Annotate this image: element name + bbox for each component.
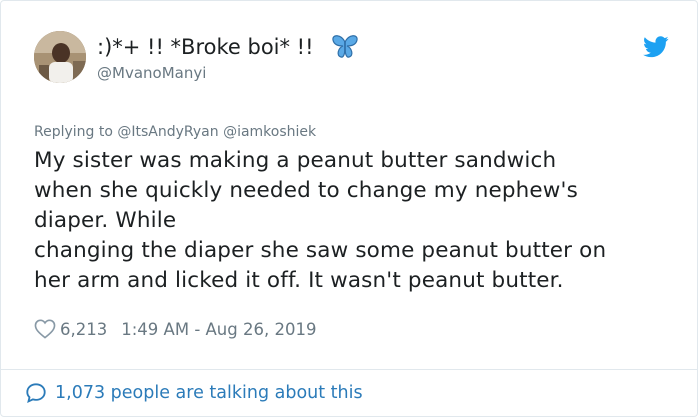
twitter-bird-icon[interactable]: [643, 36, 669, 58]
replying-to-line: Replying to @ItsAndyRyan @iamkoshiek: [34, 124, 316, 140]
author-handle[interactable]: @MvanoManyi: [97, 64, 206, 82]
tweet-meta: 6,213 1:49 AM - Aug 26, 2019: [34, 319, 316, 339]
like-count[interactable]: 6,213: [60, 320, 107, 339]
heart-icon[interactable]: [34, 319, 56, 339]
speech-bubble-icon: [26, 383, 46, 404]
talking-about-link[interactable]: 1,073 people are talking about this: [25, 382, 363, 404]
author-display-name[interactable]: :)*+ !! *Broke boi* !!: [97, 35, 314, 59]
avatar[interactable]: [34, 31, 86, 83]
talking-about-text: 1,073 people are talking about this: [55, 383, 363, 403]
blue-butterfly-icon: [332, 35, 358, 58]
footer-divider: [1, 369, 697, 370]
tweet-timestamp[interactable]: 1:49 AM - Aug 26, 2019: [121, 320, 316, 339]
avatar-image: [34, 31, 86, 83]
replying-prefix: Replying to: [34, 124, 113, 140]
tweet-text: My sister was making a peanut butter san…: [34, 148, 607, 293]
tweet-card: :)*+ !! *Broke boi* !! @MvanoManyi Reply…: [0, 0, 698, 417]
reply-mentions[interactable]: @ItsAndyRyan @iamkoshiek: [117, 124, 316, 140]
